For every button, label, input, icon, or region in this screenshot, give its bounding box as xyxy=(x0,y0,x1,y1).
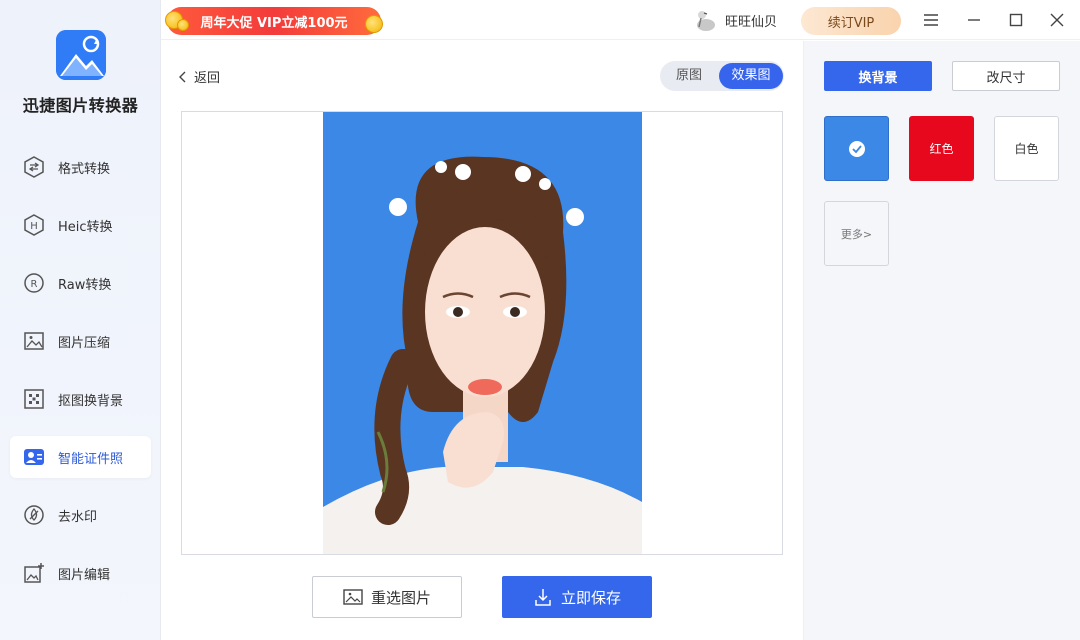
sidebar-item-label: Heic转换 xyxy=(58,219,113,235)
swatch-red[interactable]: 红色 xyxy=(909,116,974,181)
sidebar-item-image-compress[interactable]: 图片压缩 xyxy=(10,320,151,362)
reselect-label: 重选图片 xyxy=(370,588,431,607)
promo-text: 周年大促 VIP立减100元 xyxy=(200,15,348,31)
swatch-white[interactable]: 白色 xyxy=(994,116,1059,181)
id-photo-icon xyxy=(22,445,46,469)
download-icon xyxy=(535,589,551,606)
save-now-button[interactable]: 立即保存 xyxy=(502,576,652,618)
watermark-remove-icon xyxy=(22,503,46,527)
settings-panel: 换背景 改尺寸 红色 白色 更多> xyxy=(803,41,1080,640)
sidebar-item-raw[interactable]: R Raw转换 xyxy=(10,262,151,304)
format-convert-icon xyxy=(22,155,46,179)
id-photo-preview xyxy=(323,112,642,554)
cutout-icon xyxy=(22,387,46,411)
tab-effect[interactable]: 效果图 xyxy=(719,63,783,89)
menu-icon[interactable] xyxy=(921,10,941,30)
sidebar: 迅捷图片转换器 格式转换 H Heic转换 R Raw转换 图片压缩 抠图换背景… xyxy=(0,0,161,640)
close-icon[interactable] xyxy=(1047,10,1067,30)
tab-change-size[interactable]: 改尺寸 xyxy=(952,61,1060,91)
swatch-more[interactable]: 更多> xyxy=(824,201,889,266)
renew-vip-button[interactable]: 续订VIP xyxy=(801,7,901,35)
tab-change-background[interactable]: 换背景 xyxy=(824,61,932,91)
coin-icon xyxy=(365,15,383,33)
sidebar-item-cutout[interactable]: 抠图换背景 xyxy=(10,378,151,420)
preview-canvas xyxy=(181,111,783,555)
svg-text:R: R xyxy=(31,279,38,290)
avatar xyxy=(691,7,717,33)
back-button[interactable]: 返回 xyxy=(178,67,220,86)
image-edit-icon xyxy=(22,561,46,585)
sidebar-item-watermark-remove[interactable]: 去水印 xyxy=(10,494,151,536)
minimize-icon[interactable] xyxy=(964,10,984,30)
back-label: 返回 xyxy=(194,71,221,86)
image-compress-icon xyxy=(22,329,46,353)
sidebar-item-label: 图片编辑 xyxy=(58,567,111,583)
sidebar-nav: 格式转换 H Heic转换 R Raw转换 图片压缩 抠图换背景 智能证件照 去… xyxy=(0,146,161,610)
sidebar-item-label: 抠图换背景 xyxy=(58,393,124,409)
user-info[interactable]: 旺旺仙贝 xyxy=(691,7,777,33)
reselect-image-button[interactable]: 重选图片 xyxy=(312,576,462,618)
raw-icon: R xyxy=(22,271,46,295)
chevron-left-icon xyxy=(179,71,186,82)
sidebar-item-format-convert[interactable]: 格式转换 xyxy=(10,146,151,188)
view-toggle: 原图 效果图 xyxy=(660,61,784,91)
title-bar: 周年大促 VIP立减100元 旺旺仙贝 续订VIP xyxy=(161,0,1080,40)
sidebar-item-image-edit[interactable]: 图片编辑 xyxy=(10,552,151,594)
check-icon xyxy=(848,140,865,157)
swatch-blue[interactable] xyxy=(824,116,889,181)
sidebar-item-label: 智能证件照 xyxy=(58,451,124,467)
image-icon xyxy=(343,589,363,605)
promo-banner[interactable]: 周年大促 VIP立减100元 xyxy=(165,7,383,35)
app-logo-icon xyxy=(56,30,106,80)
save-label: 立即保存 xyxy=(560,588,621,607)
sidebar-item-id-photo[interactable]: 智能证件照 xyxy=(10,436,151,478)
sidebar-item-label: 图片压缩 xyxy=(58,335,111,351)
svg-text:H: H xyxy=(30,221,38,232)
sidebar-item-label: 格式转换 xyxy=(58,161,111,177)
maximize-icon[interactable] xyxy=(1006,10,1026,30)
coin-icon xyxy=(177,19,189,31)
sidebar-item-label: 去水印 xyxy=(58,509,98,525)
tab-original[interactable]: 原图 xyxy=(660,61,718,91)
heic-icon: H xyxy=(22,213,46,237)
app-name: 迅捷图片转换器 xyxy=(22,96,139,115)
username: 旺旺仙贝 xyxy=(725,14,778,30)
sidebar-item-heic[interactable]: H Heic转换 xyxy=(10,204,151,246)
sidebar-item-label: Raw转换 xyxy=(58,277,112,293)
